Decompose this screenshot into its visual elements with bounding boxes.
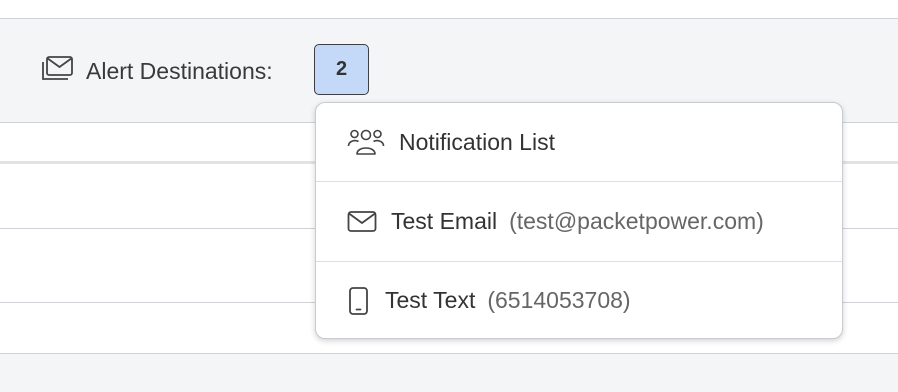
alert-destinations-dropdown: Notification List Test Email (test@packe… [315, 102, 843, 339]
envelope-icon [347, 210, 377, 234]
dropdown-item-notification-list[interactable]: Notification List [316, 103, 842, 182]
top-strip [0, 0, 898, 19]
alert-destinations-count-button[interactable]: 2 [314, 44, 369, 95]
alert-destinations-label: Alert Destinations: [86, 58, 273, 84]
page: Alert Destinations: 2 Notification List [0, 0, 898, 392]
alert-destinations-label-group: Alert Destinations: [40, 55, 273, 88]
dropdown-item-detail: (test@packetpower.com) [509, 208, 764, 234]
dropdown-item-detail: (6514053708) [487, 287, 631, 313]
dropdown-item-test-text[interactable]: Test Text (6514053708) [316, 262, 842, 338]
envelopes-icon [40, 55, 74, 88]
people-group-icon [347, 127, 385, 157]
mobile-phone-icon [347, 286, 371, 316]
dropdown-item-label: Notification List [399, 128, 555, 155]
dropdown-item-label: Test Text [385, 287, 476, 313]
dropdown-item-test-email[interactable]: Test Email (test@packetpower.com) [316, 182, 842, 262]
dropdown-item-label: Test Email [391, 208, 498, 234]
bottom-area [0, 354, 898, 392]
